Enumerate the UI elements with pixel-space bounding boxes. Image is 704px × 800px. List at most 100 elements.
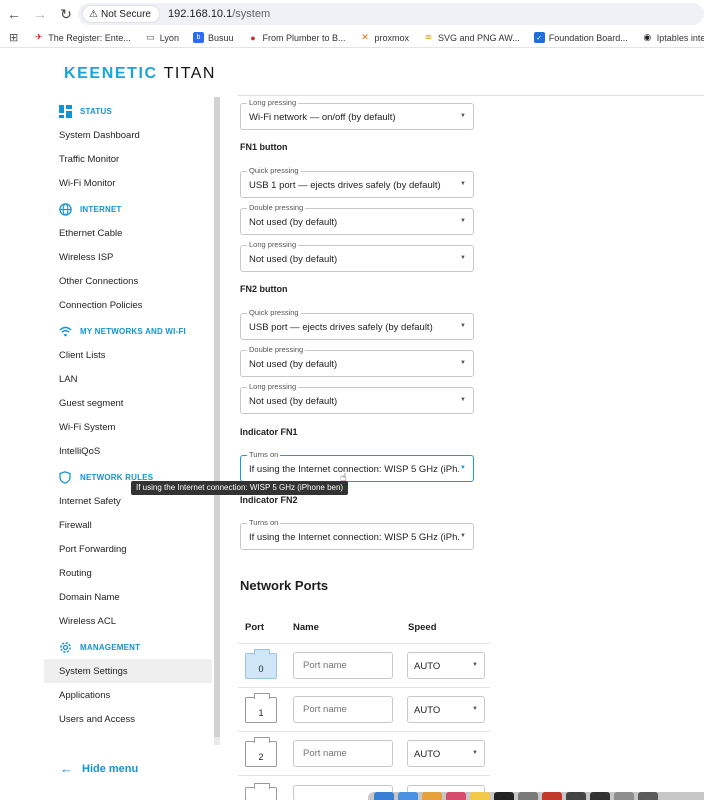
dock-app-icon[interactable] [566, 792, 586, 800]
speed-value: AUTO [414, 705, 441, 716]
port-2-name-input[interactable] [293, 740, 393, 767]
dock-app-icon[interactable] [422, 792, 442, 800]
dock-app-icon[interactable] [590, 792, 610, 800]
url-text[interactable]: 192.168.10.1/system [168, 8, 270, 20]
sidebar-scroll-thumb[interactable] [214, 97, 220, 737]
security-chip[interactable]: ⚠ Not Secure [82, 5, 160, 23]
sidebar-item-other-connections[interactable]: Other Connections [44, 269, 220, 293]
brand-logo[interactable]: KEENETIC TITAN [64, 65, 216, 83]
forward-arrow-icon[interactable]: → [28, 2, 52, 26]
indicator-fn1-heading: Indicator FN1 [240, 427, 298, 437]
field-legend: Quick pressing [247, 166, 301, 175]
dock-app-icon[interactable] [374, 792, 394, 800]
sidebar-section-management[interactable]: MANAGEMENT [44, 635, 220, 659]
back-arrow-icon[interactable]: ← [2, 2, 26, 26]
sidebar-section-internet[interactable]: INTERNET [44, 197, 220, 221]
fn1-button-heading: FN1 button [240, 142, 288, 152]
bookmark-item[interactable]: ≋ SVG and PNG AW... [423, 32, 520, 43]
sidebar-item-wireless-isp[interactable]: Wireless ISP [44, 245, 220, 269]
shield-icon [58, 470, 72, 484]
sidebar-item-client-lists[interactable]: Client Lists [44, 343, 220, 367]
sidebar-item-wifi-monitor[interactable]: Wi-Fi Monitor [44, 171, 220, 195]
sidebar-scrollbar[interactable] [214, 97, 220, 745]
port-2-icon[interactable]: 2 [245, 737, 277, 767]
port-0-name-input[interactable] [293, 652, 393, 679]
indicator-fn1-select[interactable]: Turns on If using the Internet connectio… [240, 450, 474, 482]
wifi-button-long-press-select[interactable]: Long pressing Wi-Fi network — on/off (by… [240, 98, 474, 130]
port-2-speed-select[interactable]: AUTO ▼ [407, 740, 485, 767]
field-legend: Double pressing [247, 203, 306, 212]
sidebar-item-wifi-system[interactable]: Wi-Fi System [44, 415, 220, 439]
bookmark-item[interactable]: ✓ Foundation Board... [533, 32, 628, 43]
bookmark-item[interactable]: b Busuu [192, 32, 233, 43]
browser-toolbar: ← → ↻ ⚠ Not Secure 192.168.10.1/system [0, 0, 704, 28]
sidebar-item-traffic-monitor[interactable]: Traffic Monitor [44, 147, 220, 171]
sidebar-item-intelliqos[interactable]: IntelliQoS [44, 439, 220, 463]
bookmark-item[interactable]: ✕ proxmox [360, 32, 410, 43]
dock-app-icon[interactable] [518, 792, 538, 800]
dock-app-icon[interactable] [470, 792, 490, 800]
reload-icon[interactable]: ↻ [54, 2, 78, 26]
port-1-name-input[interactable] [293, 696, 393, 723]
svg-icon: ≋ [424, 32, 433, 42]
dock [368, 792, 704, 800]
port-3-icon[interactable] [245, 783, 277, 800]
dock-app-icon[interactable] [614, 792, 634, 800]
field-legend: Quick pressing [247, 308, 301, 317]
fn2-long-press-select[interactable]: Long pressing Not used (by default) ▼ [240, 382, 474, 414]
port-1-icon[interactable]: 1 [245, 693, 277, 723]
caret-down-icon: ▼ [460, 323, 466, 329]
sidebar-item-guest-segment[interactable]: Guest segment [44, 391, 220, 415]
dock-app-icon[interactable] [542, 792, 562, 800]
sidebar-section-networks[interactable]: MY NETWORKS AND WI-FI [44, 319, 220, 343]
sidebar-item-firewall[interactable]: Firewall [44, 513, 220, 537]
sidebar-item-system-settings[interactable]: System Settings [44, 659, 212, 683]
fn1-double-press-select[interactable]: Double pressing Not used (by default) ▼ [240, 203, 474, 235]
dock-app-icon[interactable] [638, 792, 658, 800]
dock-app-icon[interactable] [494, 792, 514, 800]
field-value: Not used (by default) [249, 217, 338, 228]
plumber-icon: ● [250, 32, 256, 43]
dock-app-icon[interactable] [446, 792, 466, 800]
sidebar-item-routing[interactable]: Routing [44, 561, 220, 585]
sidebar-item-wireless-acl[interactable]: Wireless ACL [44, 609, 220, 633]
table-divider [238, 775, 490, 776]
hide-menu-label: Hide menu [82, 762, 139, 775]
hide-menu-button[interactable]: ← Hide menu [60, 761, 138, 776]
sidebar-item-applications[interactable]: Applications [44, 683, 220, 707]
sidebar-item-system-dashboard[interactable]: System Dashboard [44, 123, 220, 147]
sidebar-item-connection-policies[interactable]: Connection Policies [44, 293, 220, 317]
address-bar[interactable]: ⚠ Not Secure 192.168.10.1/system [78, 3, 704, 25]
indicator-tooltip: If using the Internet connection: WISP 5… [131, 481, 349, 495]
bookmark-item[interactable]: ▭ Lyon [145, 32, 179, 43]
fn2-quick-press-select[interactable]: Quick pressing USB port — ejects drives … [240, 308, 474, 340]
speed-value: AUTO [414, 749, 441, 760]
field-legend: Turns on [247, 518, 281, 527]
sidebar-section-status[interactable]: STATUS [44, 99, 220, 123]
column-header-speed: Speed [408, 622, 437, 633]
sidebar-item-port-forwarding[interactable]: Port Forwarding [44, 537, 220, 561]
bookmark-item[interactable]: ● From Plumber to B... [247, 32, 345, 43]
bookmark-item[interactable]: ✈ The Register: Ente... [33, 32, 131, 43]
field-value: If using the Internet connection: WISP 5… [249, 464, 459, 475]
table-divider [238, 643, 490, 644]
bookmark-item[interactable]: ◉ Iptables interactiv... [642, 32, 704, 43]
dock-app-icon[interactable] [398, 792, 418, 800]
indicator-fn2-select[interactable]: Turns on If using the Internet connectio… [240, 518, 474, 550]
bookmark-label: proxmox [374, 32, 410, 43]
sidebar-item-users-and-access[interactable]: Users and Access [44, 707, 220, 731]
sidebar-item-domain-name[interactable]: Domain Name [44, 585, 220, 609]
fn2-button-heading: FN2 button [240, 284, 288, 294]
fn1-long-press-select[interactable]: Long pressing Not used (by default) ▼ [240, 240, 474, 272]
port-0-icon[interactable]: 0 [245, 649, 277, 679]
fn2-double-press-select[interactable]: Double pressing Not used (by default) ▼ [240, 345, 474, 377]
sidebar-item-lan[interactable]: LAN [44, 367, 220, 391]
sidebar-item-ethernet-cable[interactable]: Ethernet Cable [44, 221, 220, 245]
iptables-icon: ◉ [643, 32, 652, 42]
fn1-quick-press-select[interactable]: Quick pressing USB 1 port — ejects drive… [240, 166, 474, 198]
port-1-speed-select[interactable]: AUTO ▼ [407, 696, 485, 723]
caret-down-icon: ▼ [472, 662, 478, 668]
port-number: 2 [258, 752, 264, 762]
port-0-speed-select[interactable]: AUTO ▼ [407, 652, 485, 679]
apps-grid-icon[interactable]: ⊞ [9, 31, 18, 44]
